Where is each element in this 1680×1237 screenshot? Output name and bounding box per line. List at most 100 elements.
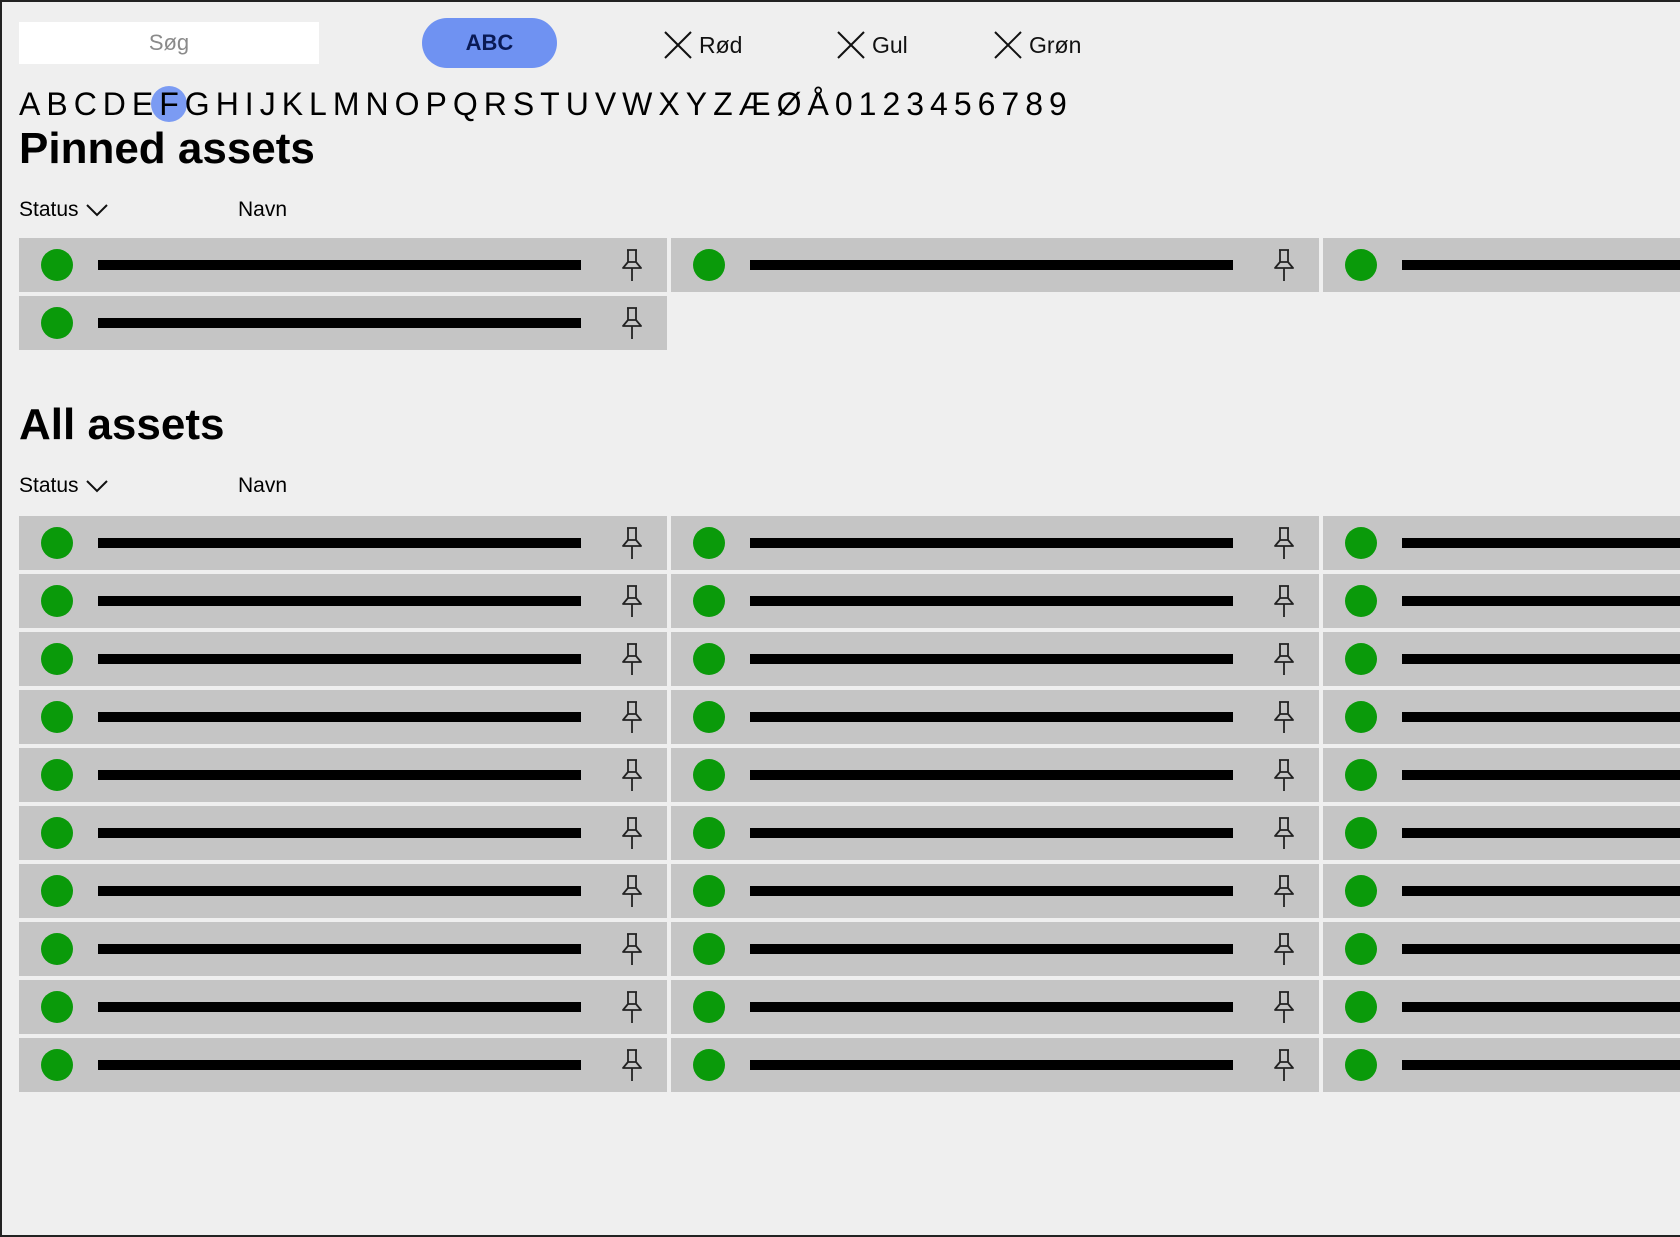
asset-tile[interactable]	[1323, 864, 1680, 918]
pin-icon[interactable]	[619, 757, 645, 793]
asset-tile[interactable]	[19, 864, 667, 918]
status-sort-header[interactable]: Status	[19, 198, 109, 222]
asset-tile[interactable]	[19, 296, 667, 350]
alphabet-letter[interactable]: H	[216, 86, 239, 123]
asset-tile[interactable]	[671, 574, 1319, 628]
asset-tile[interactable]	[671, 922, 1319, 976]
asset-tile[interactable]	[671, 748, 1319, 802]
asset-tile[interactable]	[1323, 980, 1680, 1034]
alphabet-letter[interactable]: Æ	[739, 86, 771, 123]
asset-tile[interactable]	[1323, 632, 1680, 686]
asset-tile[interactable]	[671, 1038, 1319, 1092]
search-input[interactable]: Søg	[19, 22, 319, 64]
alphabet-letter[interactable]: T	[540, 86, 560, 123]
close-icon[interactable]	[993, 30, 1023, 60]
pin-icon[interactable]	[619, 1047, 645, 1083]
asset-tile[interactable]	[19, 806, 667, 860]
alphabet-letter[interactable]: 3	[906, 86, 924, 123]
asset-tile[interactable]	[1323, 922, 1680, 976]
asset-tile[interactable]	[19, 980, 667, 1034]
close-icon[interactable]	[663, 30, 693, 60]
alphabet-letter[interactable]: R	[484, 86, 507, 123]
alphabet-letter[interactable]: Q	[453, 86, 478, 123]
alphabet-letter[interactable]: O	[395, 86, 420, 123]
alphabet-letter[interactable]: I	[245, 86, 254, 123]
alphabet-letter[interactable]: G	[185, 86, 210, 123]
name-header-label[interactable]: Navn	[238, 198, 287, 222]
alphabet-letter[interactable]: 5	[954, 86, 972, 123]
asset-tile[interactable]	[671, 516, 1319, 570]
alphabet-letter[interactable]: C	[74, 86, 97, 123]
pin-icon[interactable]	[619, 989, 645, 1025]
filter-green[interactable]: Grøn	[993, 28, 1081, 62]
alphabet-letter[interactable]: X	[658, 86, 679, 123]
pin-icon[interactable]	[1271, 873, 1297, 909]
alphabet-letter[interactable]: L	[309, 86, 327, 123]
alphabet-letter[interactable]: S	[513, 86, 534, 123]
alphabet-letter[interactable]: Å	[808, 86, 829, 123]
pin-icon[interactable]	[619, 247, 645, 283]
alphabet-letter[interactable]: Y	[686, 86, 707, 123]
alphabet-letter[interactable]: 1	[859, 86, 877, 123]
asset-tile[interactable]	[671, 238, 1319, 292]
alphabet-letter[interactable]: M	[333, 86, 360, 123]
alphabet-letter[interactable]: Z	[713, 86, 733, 123]
alphabet-letter[interactable]: 0	[835, 86, 853, 123]
asset-tile[interactable]	[19, 574, 667, 628]
pin-icon[interactable]	[1271, 815, 1297, 851]
alphabet-letter[interactable]: Ø	[777, 86, 802, 123]
pin-icon[interactable]	[619, 583, 645, 619]
asset-tile[interactable]	[1323, 806, 1680, 860]
pin-icon[interactable]	[619, 931, 645, 967]
pin-icon[interactable]	[619, 305, 645, 341]
asset-tile[interactable]	[671, 632, 1319, 686]
alphabet-letter[interactable]: 8	[1025, 86, 1043, 123]
alphabet-letter[interactable]: J	[260, 86, 276, 123]
alphabet-letter[interactable]: K	[282, 86, 303, 123]
pin-icon[interactable]	[619, 873, 645, 909]
pin-icon[interactable]	[619, 815, 645, 851]
close-icon[interactable]	[836, 30, 866, 60]
alphabet-letter[interactable]: B	[46, 86, 67, 123]
name-header-label[interactable]: Navn	[238, 474, 287, 498]
asset-tile[interactable]	[19, 690, 667, 744]
asset-tile[interactable]	[671, 864, 1319, 918]
asset-tile[interactable]	[671, 980, 1319, 1034]
asset-tile[interactable]	[19, 238, 667, 292]
asset-tile[interactable]	[1323, 238, 1680, 292]
sort-abc-button[interactable]: ABC	[422, 18, 557, 68]
asset-tile[interactable]	[19, 1038, 667, 1092]
pin-icon[interactable]	[1271, 641, 1297, 677]
pin-icon[interactable]	[1271, 525, 1297, 561]
asset-tile[interactable]	[19, 516, 667, 570]
alphabet-letter[interactable]: 6	[978, 86, 996, 123]
asset-tile[interactable]	[671, 690, 1319, 744]
pin-icon[interactable]	[1271, 1047, 1297, 1083]
alphabet-letter[interactable]: P	[425, 86, 446, 123]
alphabet-letter[interactable]: A	[19, 86, 40, 123]
alphabet-letter[interactable]: 7	[1001, 86, 1019, 123]
alphabet-letter[interactable]: D	[103, 86, 126, 123]
asset-tile[interactable]	[19, 922, 667, 976]
alphabet-letter[interactable]: 9	[1049, 86, 1067, 123]
asset-tile[interactable]	[19, 632, 667, 686]
asset-tile[interactable]	[1323, 690, 1680, 744]
pin-icon[interactable]	[619, 641, 645, 677]
asset-tile[interactable]	[1323, 1038, 1680, 1092]
status-sort-header[interactable]: Status	[19, 474, 109, 498]
asset-tile[interactable]	[19, 748, 667, 802]
alphabet-letter[interactable]: N	[365, 86, 388, 123]
alphabet-letter[interactable]: F	[159, 86, 179, 123]
alphabet-letter[interactable]: 2	[882, 86, 900, 123]
pin-icon[interactable]	[1271, 931, 1297, 967]
pin-icon[interactable]	[1271, 583, 1297, 619]
alphabet-letter[interactable]: W	[622, 86, 652, 123]
pin-icon[interactable]	[1271, 989, 1297, 1025]
alphabet-letter[interactable]: V	[595, 86, 616, 123]
asset-tile[interactable]	[1323, 516, 1680, 570]
alphabet-letter[interactable]: U	[566, 86, 589, 123]
pin-icon[interactable]	[1271, 699, 1297, 735]
alphabet-letter[interactable]: 4	[930, 86, 948, 123]
asset-tile[interactable]	[671, 806, 1319, 860]
asset-tile[interactable]	[1323, 574, 1680, 628]
